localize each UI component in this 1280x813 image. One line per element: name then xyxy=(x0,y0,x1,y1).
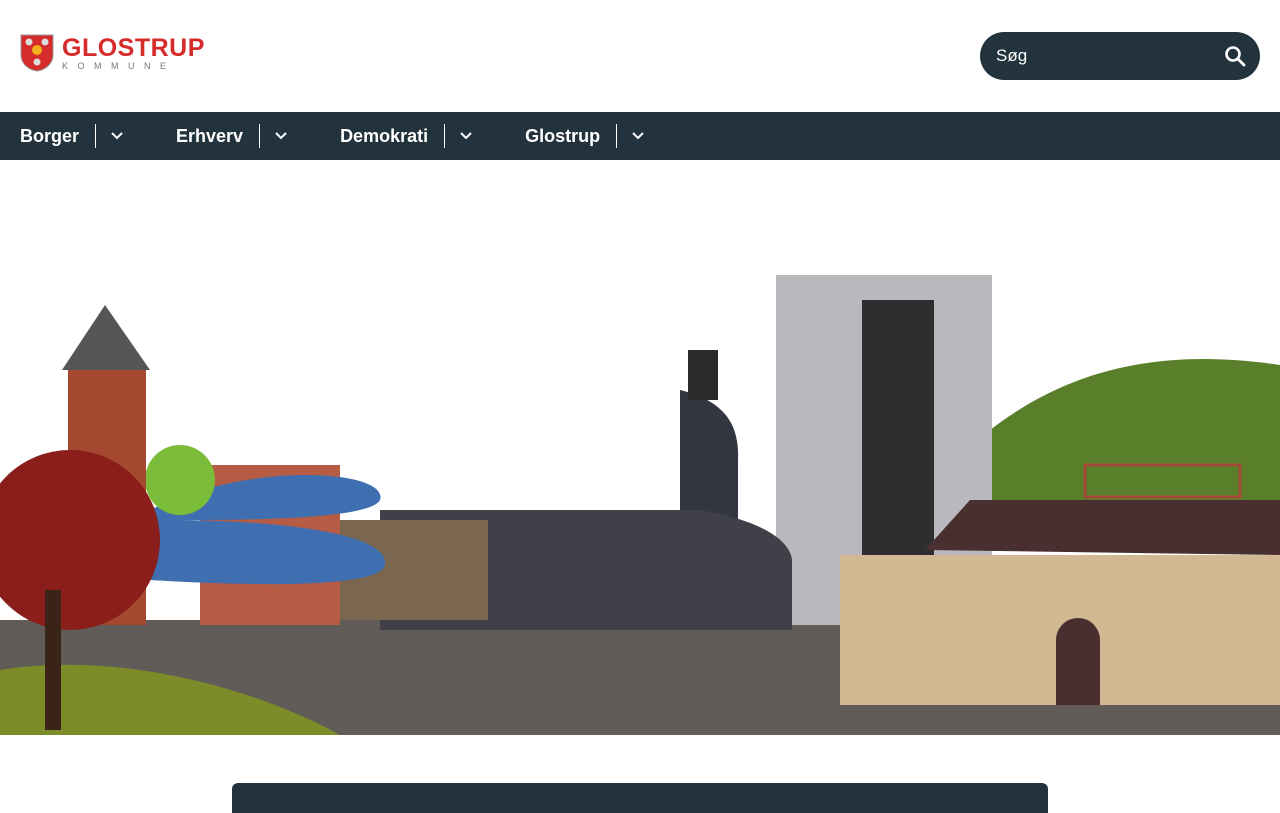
search-input[interactable] xyxy=(996,46,1224,66)
chevron-down-icon[interactable] xyxy=(110,131,124,141)
nav-item-demokrati: Demokrati xyxy=(340,124,473,148)
content-panel xyxy=(232,783,1048,813)
nav-item-glostrup: Glostrup xyxy=(525,124,645,148)
logo-subtitle: KOMMUNE xyxy=(62,60,176,71)
chevron-down-icon[interactable] xyxy=(274,131,288,141)
nav-link[interactable]: Erhverv xyxy=(176,126,243,147)
divider xyxy=(95,124,97,148)
hero-illustration xyxy=(0,275,1280,735)
main-nav: Borger Erhverv Demokrati Glostrup xyxy=(0,112,1280,160)
search-bar xyxy=(980,32,1260,80)
logo-link[interactable]: GLOSTRUP KOMMUNE xyxy=(20,34,205,72)
search-icon[interactable] xyxy=(1224,45,1246,67)
nav-link[interactable]: Demokrati xyxy=(340,126,428,147)
nav-item-borger: Borger xyxy=(20,124,124,148)
header: GLOSTRUP KOMMUNE xyxy=(0,0,1280,112)
divider xyxy=(444,124,446,148)
logo-name: GLOSTRUP xyxy=(62,33,205,62)
nav-link[interactable]: Glostrup xyxy=(525,126,600,147)
divider xyxy=(259,124,261,148)
nav-item-erhverv: Erhverv xyxy=(176,124,288,148)
coat-of-arms-icon xyxy=(20,34,54,72)
chevron-down-icon[interactable] xyxy=(631,131,645,141)
divider xyxy=(616,124,618,148)
chevron-down-icon[interactable] xyxy=(459,131,473,141)
nav-link[interactable]: Borger xyxy=(20,126,79,147)
